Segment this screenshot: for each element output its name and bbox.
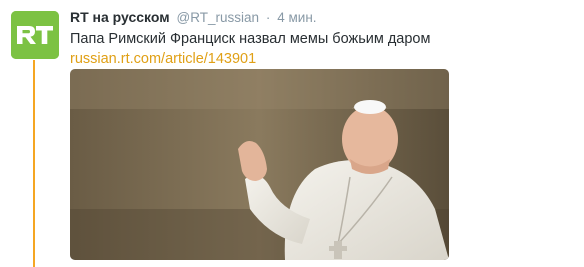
separator-dot: ·	[265, 10, 271, 25]
avatar[interactable]	[11, 11, 59, 59]
tweet-photo[interactable]	[70, 69, 449, 260]
tweet-content: RT на русском @RT_russian · 4 мин. Папа …	[70, 8, 570, 69]
tweet-timestamp[interactable]: 4 мин.	[277, 10, 316, 25]
pope-waving-photo	[70, 69, 449, 260]
tweet-text: Папа Римский Франциск назвал мемы божьим…	[70, 31, 431, 47]
tweet[interactable]: RT на русском @RT_russian · 4 мин. Папа …	[0, 0, 584, 267]
conversation-thread-line	[33, 60, 35, 267]
tweet-header: RT на русском @RT_russian · 4 мин.	[70, 8, 570, 27]
rt-logo-icon	[11, 11, 59, 59]
account-username[interactable]: @RT_russian	[177, 10, 259, 25]
account-fullname[interactable]: RT на русском	[70, 9, 170, 25]
article-link[interactable]: russian.rt.com/article/143901	[70, 49, 570, 69]
